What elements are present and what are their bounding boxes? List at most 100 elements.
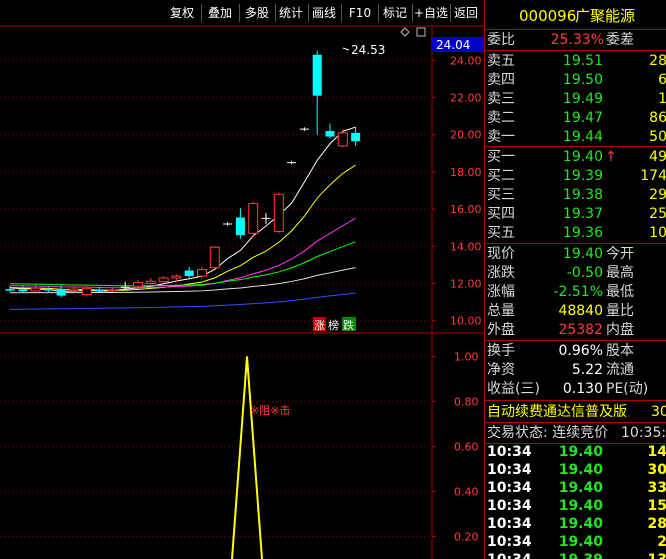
weibi-row: 委比 25.33% 委差: [485, 31, 666, 49]
banner-tail: 30: [651, 404, 666, 420]
buy-row[interactable]: 买三 19.38 29: [485, 186, 666, 204]
candle-body: [209, 246, 220, 269]
price-tick-label: 24.00: [450, 54, 482, 67]
candle-body: [171, 275, 182, 279]
candle-body: [133, 282, 143, 287]
sell-row[interactable]: 卖二 19.47 86: [485, 109, 666, 127]
stock-header[interactable]: 000096 广聚能源: [485, 6, 666, 26]
buy-price: 19.39: [562, 168, 603, 184]
peak-pointer: [342, 47, 350, 51]
quote-value: 25382: [558, 322, 603, 338]
banner-row[interactable]: 自动续费通达信普及版 30: [485, 403, 666, 421]
sell-level-label: 卖一: [487, 129, 515, 145]
tick-time: 10:34: [487, 516, 532, 532]
candle[interactable]: [312, 50, 322, 135]
banner-text[interactable]: 自动续费通达信普及版: [487, 403, 627, 421]
kline-chart[interactable]: 24.00 22.00 20.00 18.00 16.00 14.00 12.00 10.00…: [0, 0, 484, 559]
candle[interactable]: [223, 222, 233, 226]
candle[interactable]: [261, 212, 271, 224]
candle-body: [69, 288, 79, 292]
quote-label-right: 今开: [606, 246, 634, 262]
stat-value: 0.96%: [558, 343, 603, 359]
candle-body: [145, 280, 156, 285]
quote-value: -2.51%: [553, 284, 603, 300]
quote-value: 19.40: [562, 246, 603, 262]
candle[interactable]: [287, 160, 297, 165]
stat-label: 净资: [487, 362, 515, 378]
quote-label: 总量: [487, 303, 515, 319]
tick-time: 10:34: [487, 480, 532, 496]
limit-up-label: 涨: [314, 319, 325, 332]
sell-row[interactable]: 卖三 19.49 1: [485, 90, 666, 108]
divider: [485, 422, 666, 423]
weicha-label: 委差: [606, 32, 634, 48]
current-price-tag: 24.04: [436, 38, 470, 52]
stat-value: 0.130: [562, 381, 603, 397]
candle[interactable]: [81, 286, 92, 297]
sell-volume: 28: [649, 53, 666, 69]
indicator-tick-label: 1.00: [454, 351, 479, 364]
candle[interactable]: [299, 127, 309, 131]
sell-row[interactable]: 卖四 19.50 6: [485, 71, 666, 89]
sell-level-label: 卖四: [487, 72, 515, 88]
sell-row[interactable]: 卖五 19.51 28: [485, 52, 666, 70]
candle-body: [5, 289, 15, 291]
candle-body: [30, 287, 41, 292]
candle[interactable]: [337, 129, 348, 148]
candle[interactable]: [95, 287, 105, 293]
diamond-icon[interactable]: [400, 27, 410, 37]
quote-label: 外盘: [487, 322, 515, 338]
candle-body: [235, 217, 245, 236]
buy-volume: 49: [649, 149, 666, 165]
buy-volume: 174: [640, 168, 666, 184]
limit-rank-label: 榜: [328, 318, 339, 332]
candle[interactable]: [248, 201, 259, 238]
ma20-line: [9, 217, 356, 289]
candle[interactable]: [273, 192, 284, 234]
sell-price: 19.47: [562, 110, 603, 126]
sell-row[interactable]: 卖一 19.44 50: [485, 128, 666, 146]
candle-body: [351, 132, 361, 142]
buy-row[interactable]: 买一 19.40 ↑ 49: [485, 148, 666, 166]
sell-level-label: 卖三: [487, 91, 515, 107]
quote-label: 涨跌: [487, 265, 515, 281]
buy-row[interactable]: 买二 19.39 174: [485, 167, 666, 185]
quote-panel: 000096 广聚能源 委比 25.33% 委差 卖五 19.51 28 卖四 …: [484, 0, 666, 559]
candle[interactable]: [5, 286, 15, 292]
up-arrow-icon: ↑: [605, 149, 617, 165]
sell-volume: 86: [649, 110, 666, 126]
tick-time: 10:34: [487, 444, 532, 460]
divider: [485, 400, 666, 401]
tick-volume: 13: [648, 551, 666, 559]
candle[interactable]: [197, 266, 207, 278]
tick-row: 10:34 19.40 15: [485, 497, 666, 515]
candle[interactable]: [158, 276, 169, 284]
sell-price: 19.49: [562, 91, 603, 107]
tick-price: 19.40: [558, 444, 603, 460]
candle[interactable]: [133, 279, 143, 288]
candle[interactable]: [145, 277, 156, 287]
price-tick-label: 12.00: [450, 278, 482, 291]
tick-row: 10:34 19.40 2: [485, 533, 666, 551]
buy-row[interactable]: 买四 19.37 25: [485, 205, 666, 223]
candle[interactable]: [235, 208, 245, 239]
quote-label-right: 最低: [606, 284, 634, 300]
buy-row[interactable]: 买五 19.36 10: [485, 224, 666, 242]
candle-body: [273, 193, 284, 232]
tick-price: 19.39: [559, 551, 603, 559]
stat-row: 收益(三) 0.130 PE(动): [485, 380, 666, 398]
candle[interactable]: [209, 246, 220, 269]
stat-value: 5.22: [571, 362, 603, 378]
indicator-tick-label: 0.20: [454, 531, 479, 544]
buy-price: 19.37: [562, 206, 603, 222]
candle[interactable]: [184, 266, 194, 278]
stat-label-right: 股本: [606, 343, 634, 359]
buy-level-label: 买三: [487, 187, 515, 203]
candle-body: [312, 54, 322, 96]
candle[interactable]: [351, 127, 361, 146]
square-icon[interactable]: [416, 27, 426, 37]
candle[interactable]: [325, 123, 335, 139]
divider: [485, 50, 666, 51]
quote-label-right: 内盘: [606, 322, 634, 338]
quote-row: 现价 19.40 今开: [485, 245, 666, 263]
